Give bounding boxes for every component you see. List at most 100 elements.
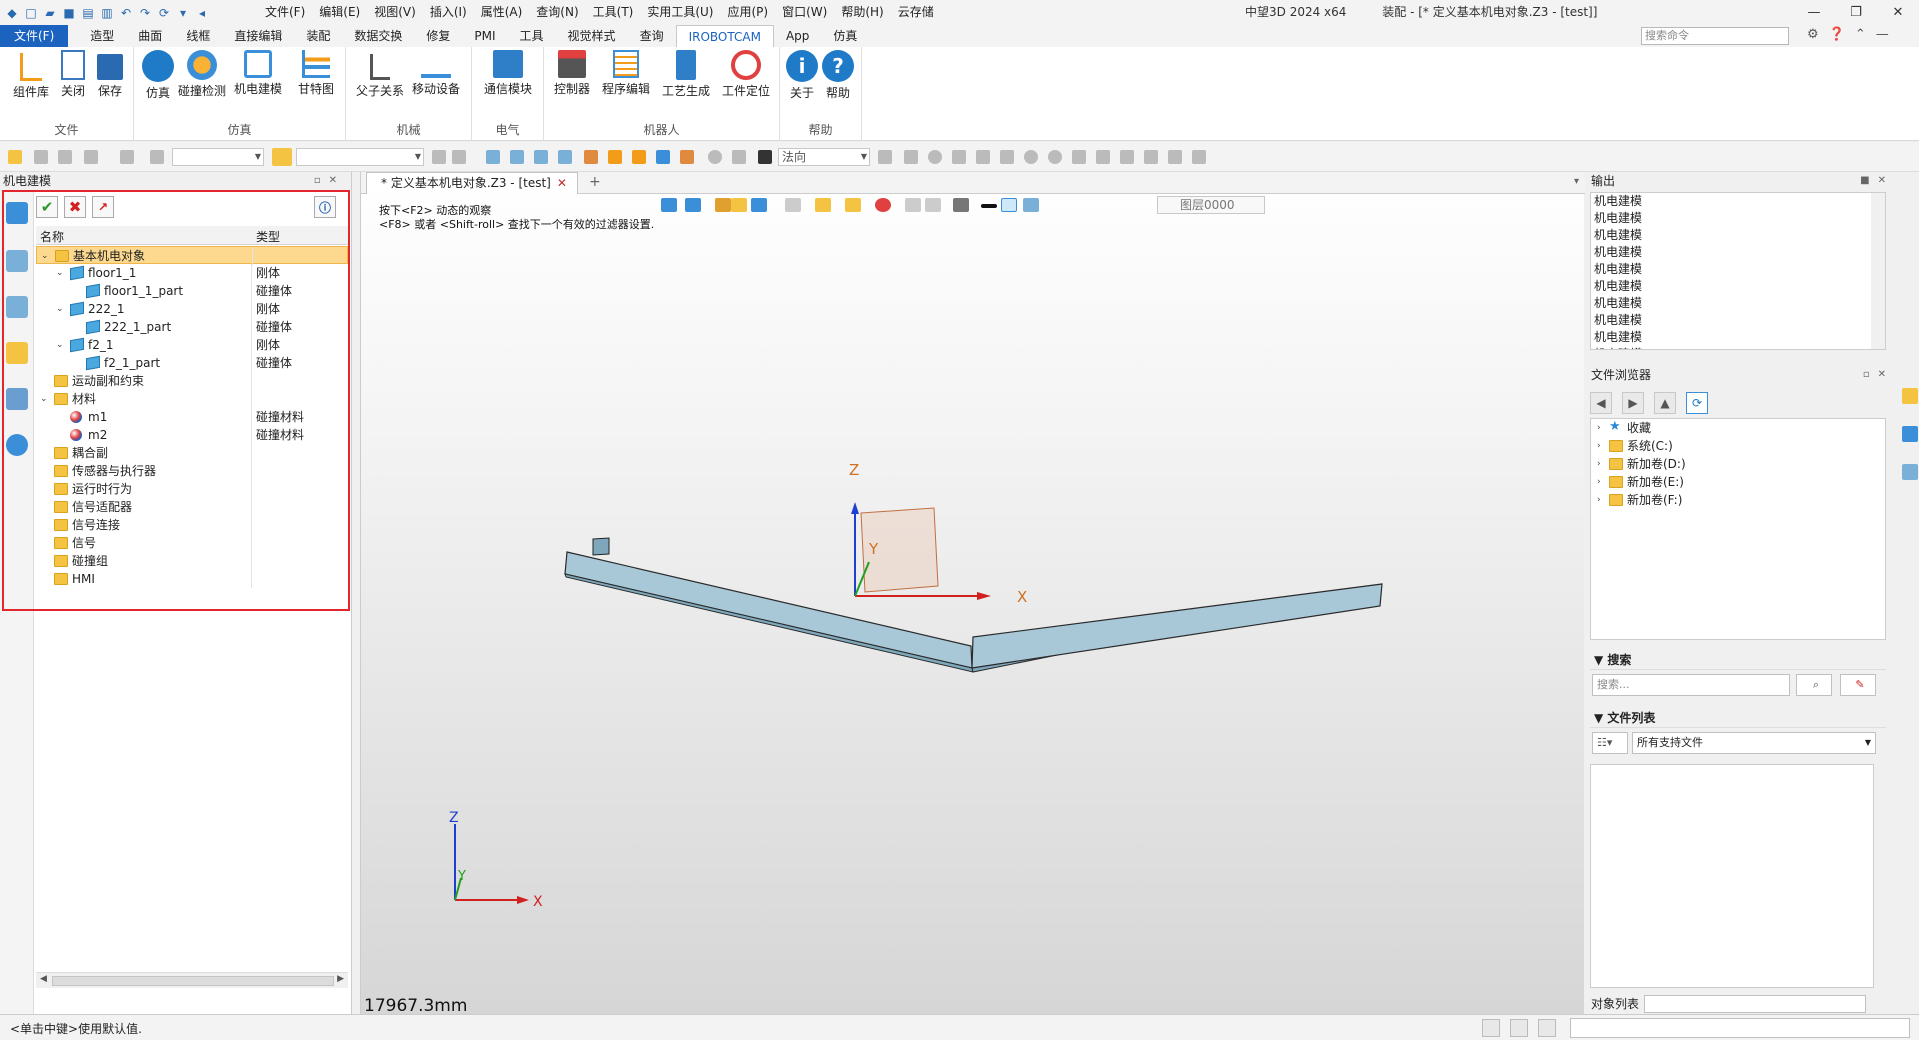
scroll-left-icon[interactable]: ◀: [40, 974, 47, 984]
command-line-input[interactable]: [1570, 1018, 1910, 1038]
scroll-thumb[interactable]: [52, 976, 334, 986]
tab-app[interactable]: App: [774, 25, 821, 47]
menu-help[interactable]: 帮助(H): [834, 0, 890, 25]
bracket-icon[interactable]: [732, 150, 746, 164]
list-view-icon[interactable]: ☷▾: [1592, 732, 1628, 754]
snap-icon-b[interactable]: [904, 150, 918, 164]
chevron-down-icon[interactable]: ▾: [175, 5, 191, 21]
menu-tools[interactable]: 工具(T): [586, 0, 641, 25]
gear-icon[interactable]: ⚙: [1807, 27, 1819, 42]
object-list-select[interactable]: [1644, 995, 1866, 1013]
menu-apps[interactable]: 应用(P): [721, 0, 776, 25]
curve-icon-e[interactable]: [1168, 150, 1182, 164]
curve-icon-b[interactable]: [1096, 150, 1110, 164]
search-section-header[interactable]: ▼ 搜索: [1590, 650, 1886, 670]
panel-pin-close-icon[interactable]: ▫✕: [314, 172, 345, 190]
direction-combo[interactable]: 法向 ▼: [778, 148, 870, 166]
align-icon-d[interactable]: [558, 150, 572, 164]
collision-detect-button[interactable]: 碰撞检测: [178, 50, 226, 99]
tab-irobotcam[interactable]: IROBOTCAM: [675, 25, 774, 47]
up-icon[interactable]: ▲: [1654, 392, 1676, 414]
tab-surface[interactable]: 曲面: [126, 25, 174, 47]
box-icon-c[interactable]: [656, 150, 670, 164]
file-browser-close-icon[interactable]: ▫✕: [1863, 366, 1894, 384]
parent-child-button[interactable]: 父子关系: [356, 50, 404, 99]
refresh-icon[interactable]: ⟳: [156, 5, 172, 21]
menu-window[interactable]: 窗口(W): [775, 0, 834, 25]
box-icon-a[interactable]: [608, 150, 622, 164]
move-device-button[interactable]: 移动设备: [412, 50, 460, 97]
help-icon[interactable]: ❓: [1829, 27, 1845, 42]
box-icon-b[interactable]: [632, 150, 646, 164]
crosshair-icon[interactable]: [34, 150, 48, 164]
file-list-section-header[interactable]: ▼ 文件列表: [1590, 708, 1886, 728]
simulate-button[interactable]: 仿真: [138, 50, 178, 101]
file-browser-item[interactable]: › 新加卷(E:): [1591, 473, 1885, 491]
status-icon-b[interactable]: [1510, 1019, 1528, 1037]
tab-modeling[interactable]: 造型: [78, 25, 126, 47]
expand-toggle-icon[interactable]: ›: [1597, 437, 1601, 455]
pin-icon[interactable]: [584, 150, 598, 164]
selection-combo[interactable]: ▼: [296, 148, 424, 166]
snap-icon-d[interactable]: [952, 150, 966, 164]
file-browser-item[interactable]: › 新加卷(F:): [1591, 491, 1885, 509]
status-icon-c[interactable]: [1538, 1019, 1556, 1037]
tab-wireframe[interactable]: 线框: [174, 25, 222, 47]
open-folder-icon[interactable]: ▰: [42, 5, 58, 21]
horizontal-scrollbar[interactable]: ◀ ▶: [36, 972, 348, 988]
curve-icon-a[interactable]: [1072, 150, 1086, 164]
snap-icon-c[interactable]: [928, 150, 942, 164]
back-arrow-icon[interactable]: ◂: [194, 5, 210, 21]
box-icon-d[interactable]: [680, 150, 694, 164]
layers-icon[interactable]: [1902, 464, 1918, 480]
refresh-icon[interactable]: ⟳: [1686, 392, 1708, 414]
redo-icon[interactable]: ↷: [137, 5, 153, 21]
undo-icon[interactable]: ↶: [118, 5, 134, 21]
tab-pmi[interactable]: PMI: [462, 25, 507, 47]
tab-data-exchange[interactable]: 数据交换: [342, 25, 414, 47]
program-edit-button[interactable]: 程序编辑: [602, 50, 650, 97]
add-frame-icon[interactable]: [84, 150, 98, 164]
minimize-ribbon-icon[interactable]: —: [1876, 27, 1889, 42]
comm-module-button[interactable]: 通信模块: [484, 50, 532, 97]
search-icon[interactable]: ⌕: [1796, 674, 1832, 696]
tool-icon-b[interactable]: [452, 150, 466, 164]
file-browser-item[interactable]: › ★ 收藏: [1591, 419, 1885, 437]
assembly-filter-icon[interactable]: [272, 148, 292, 166]
forward-icon[interactable]: ▶: [1622, 392, 1644, 414]
menu-file[interactable]: 文件(F): [258, 0, 312, 25]
expand-toggle-icon[interactable]: ›: [1597, 455, 1601, 473]
tab-repair[interactable]: 修复: [414, 25, 462, 47]
save-button[interactable]: 保存: [90, 50, 130, 99]
help-button[interactable]: ? 帮助: [818, 50, 858, 101]
expand-toggle-icon[interactable]: ›: [1597, 491, 1601, 509]
expand-toggle-icon[interactable]: ›: [1597, 473, 1601, 491]
tool-icon-a[interactable]: [432, 150, 446, 164]
tab-tools[interactable]: 工具: [508, 25, 556, 47]
menu-cloud[interactable]: 云存储: [891, 0, 941, 25]
mechatronic-modeling-button[interactable]: 机电建模: [234, 50, 282, 97]
file-type-select[interactable]: 所有支持文件 ▼: [1632, 732, 1876, 754]
save-icon[interactable]: ■: [61, 5, 77, 21]
circle-icon-b[interactable]: [1048, 150, 1062, 164]
maximize-icon[interactable]: ❐: [1835, 0, 1877, 25]
process-generate-button[interactable]: 工艺生成: [662, 50, 710, 99]
status-icon-a[interactable]: [1482, 1019, 1500, 1037]
tab-file[interactable]: 文件(F): [0, 25, 69, 47]
gantt-chart-button[interactable]: 甘特图: [296, 50, 336, 97]
menu-query[interactable]: 查询(N): [529, 0, 585, 25]
filter-icon[interactable]: [150, 150, 164, 164]
picture-icon[interactable]: [1902, 426, 1918, 442]
file-browser-item[interactable]: › 新加卷(D:): [1591, 455, 1885, 473]
align-icon-b[interactable]: [510, 150, 524, 164]
close-icon[interactable]: ✕: [1877, 0, 1919, 25]
curve-icon-f[interactable]: [1192, 150, 1206, 164]
tab-simulation[interactable]: 仿真: [821, 25, 869, 47]
minimize-icon[interactable]: —: [1793, 0, 1835, 25]
print-preview-icon[interactable]: ▥: [99, 5, 115, 21]
folder-icon[interactable]: [1902, 388, 1918, 404]
clear-search-icon[interactable]: ✎: [1840, 674, 1876, 696]
tab-assembly[interactable]: 装配: [294, 25, 342, 47]
3d-viewport[interactable]: * 定义基本机电对象.Z3 - [test] ✕ + ▾ 按下<F2> 动态的观察…: [360, 172, 1585, 1016]
filter-combo[interactable]: ▼: [172, 148, 264, 166]
